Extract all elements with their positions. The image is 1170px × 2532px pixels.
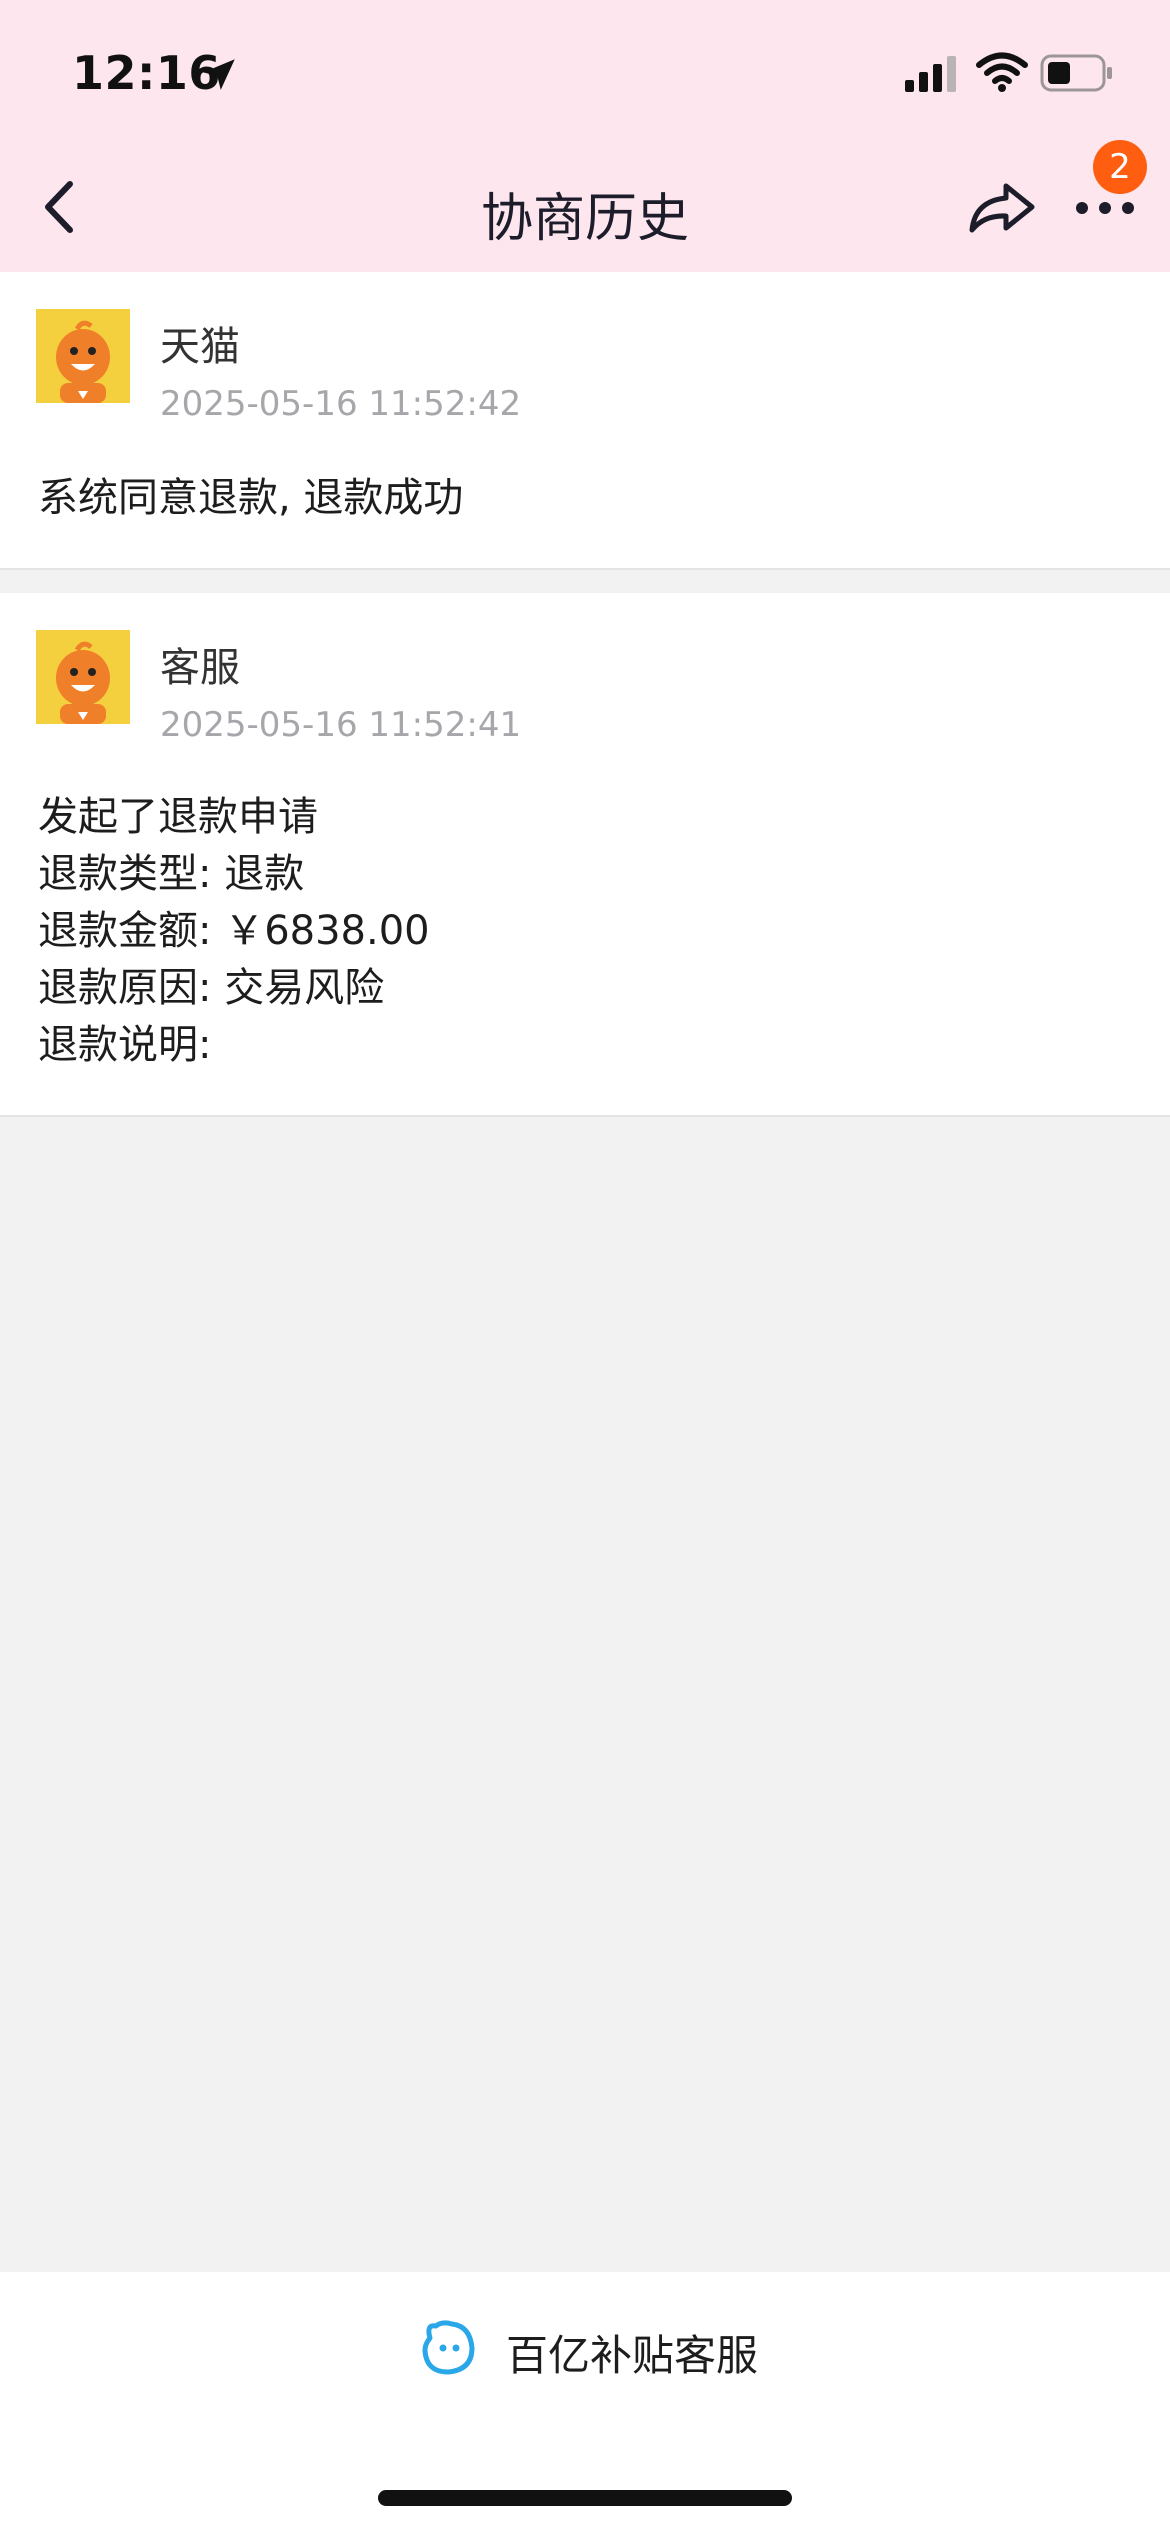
- home-indicator[interactable]: [378, 2490, 792, 2506]
- record-author: 客服: [160, 645, 240, 691]
- more-icon[interactable]: [1074, 200, 1136, 216]
- avatar: [36, 309, 130, 403]
- customer-service-button[interactable]: 百亿补贴客服: [506, 2322, 758, 2383]
- signal-icon: [905, 56, 956, 92]
- record-author: 天猫: [160, 324, 240, 370]
- location-arrow-icon: [203, 59, 235, 90]
- record-timestamp: 2025-05-16 11:52:41: [160, 705, 522, 745]
- avatar: [36, 630, 130, 724]
- message-line: 退款金额: ￥6838.00: [38, 908, 430, 954]
- customer-service-icon[interactable]: [418, 2318, 478, 2378]
- message-line: 发起了退款申请: [38, 794, 318, 840]
- history-record: 天猫 2025-05-16 11:52:42 系统同意退款, 退款成功: [0, 272, 1170, 570]
- bottom-bar: 百亿补贴客服: [0, 2272, 1170, 2532]
- message-line: 退款类型: 退款: [38, 851, 305, 897]
- message-line: 系统同意退款, 退款成功: [38, 475, 464, 521]
- message-line: 退款说明:: [38, 1022, 212, 1068]
- share-icon[interactable]: [966, 178, 1038, 238]
- record-message: 系统同意退款, 退款成功: [38, 470, 463, 527]
- notification-badge: 2: [1093, 140, 1147, 194]
- header: 12:16 协商历史 2: [0, 0, 1170, 272]
- battery-icon: [1040, 54, 1112, 92]
- record-message: 发起了退款申请 退款类型: 退款 退款金额: ￥6838.00 退款原因: 交易…: [38, 789, 430, 1074]
- message-line: 退款原因: 交易风险: [38, 965, 385, 1011]
- wifi-icon: [976, 52, 1028, 92]
- record-timestamp: 2025-05-16 11:52:42: [160, 384, 522, 424]
- history-record: 客服 2025-05-16 11:52:41 发起了退款申请 退款类型: 退款 …: [0, 593, 1170, 1117]
